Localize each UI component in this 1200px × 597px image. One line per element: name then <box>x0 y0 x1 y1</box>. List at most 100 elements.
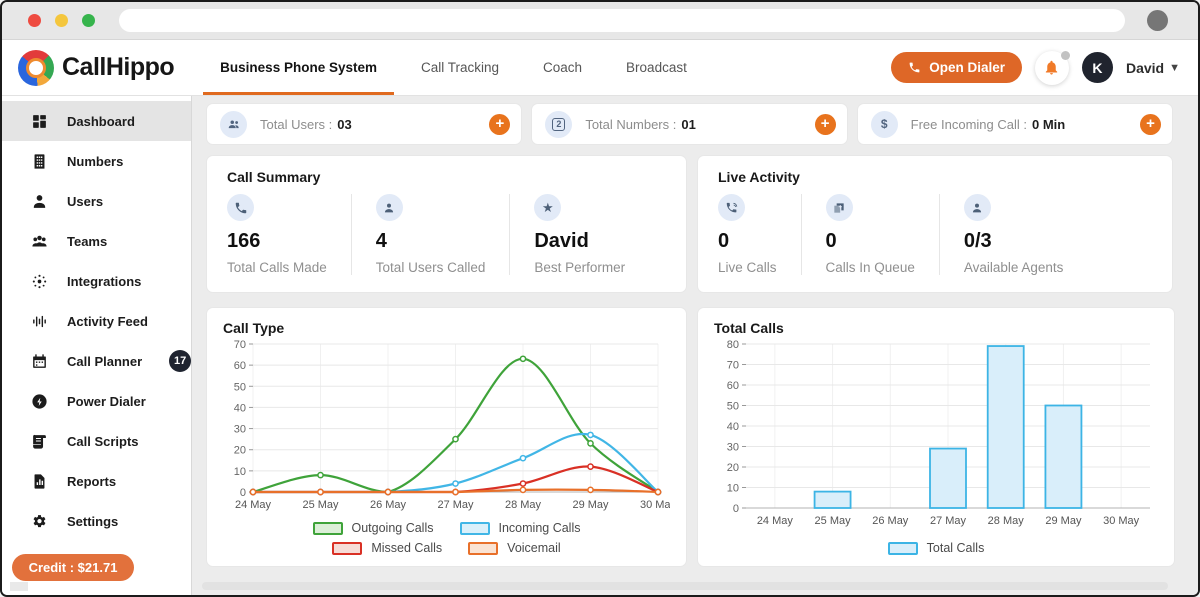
svg-text:24 May: 24 May <box>757 515 794 527</box>
charts-row: Call Type 24 May25 May26 May27 May28 May… <box>207 308 1172 566</box>
total-users-called-stat: 4 Total Users Called <box>376 194 511 275</box>
call-type-chart-card: Call Type 24 May25 May26 May27 May28 May… <box>207 308 686 566</box>
stat-value: 01 <box>681 117 695 132</box>
user-menu[interactable]: David ▼ <box>1126 60 1180 76</box>
scrollbar-corner <box>10 582 28 591</box>
sidebar-item-settings[interactable]: Settings <box>2 501 191 541</box>
phone-wave-icon <box>718 194 745 221</box>
legend-swatch <box>332 542 362 555</box>
legend-item[interactable]: Voicemail <box>468 541 561 555</box>
calendar-icon <box>31 353 48 370</box>
svg-text:28 May: 28 May <box>988 515 1025 527</box>
sidebar-item-power-dialer[interactable]: Power Dialer <box>2 381 191 421</box>
total-users-card: Total Users : 03 + <box>207 104 521 144</box>
live-activity-panel: Live Activity 0 Live Calls 0 Calls In Qu… <box>698 156 1172 292</box>
chart-legend: Outgoing Calls Incoming Calls Missed Calls… <box>247 521 647 555</box>
tab-coach[interactable]: Coach <box>543 40 582 95</box>
legend-swatch <box>468 542 498 555</box>
svg-text:25 May: 25 May <box>302 499 339 511</box>
horizontal-scrollbar[interactable] <box>202 582 1168 590</box>
svg-text:20: 20 <box>727 462 739 474</box>
call-summary-panel: Call Summary 166 Total Calls Made 4 Tota… <box>207 156 686 292</box>
total-calls-chart-card: Total Calls 24 May25 May26 May27 May28 M… <box>698 308 1174 566</box>
tab-business-phone-system[interactable]: Business Phone System <box>220 40 377 95</box>
add-number-button[interactable]: + <box>815 114 836 135</box>
svg-text:80: 80 <box>727 339 739 351</box>
legend-item[interactable]: Incoming Calls <box>460 521 581 535</box>
sidebar-item-teams[interactable]: Teams <box>2 221 191 261</box>
maximize-window-button[interactable] <box>82 14 95 27</box>
chart-legend: Total Calls <box>736 541 1136 555</box>
users-icon <box>220 111 247 138</box>
svg-text:50: 50 <box>234 381 246 393</box>
calls-in-queue-stat: 0 Calls In Queue <box>826 194 940 275</box>
free-incoming-call-card: $ Free Incoming Call : 0 Min + <box>858 104 1172 144</box>
user-icon <box>31 193 48 210</box>
sidebar-item-numbers[interactable]: Numbers <box>2 141 191 181</box>
live-calls-stat: 0 Live Calls <box>718 194 802 275</box>
avatar[interactable]: K <box>1082 52 1113 83</box>
add-user-button[interactable]: + <box>489 114 510 135</box>
browser-profile-icon[interactable] <box>1147 10 1168 31</box>
legend-item[interactable]: Total Calls <box>888 541 985 555</box>
callhippo-logo[interactable]: CallHippo <box>18 50 174 86</box>
close-window-button[interactable] <box>28 14 41 27</box>
svg-text:40: 40 <box>727 421 739 433</box>
svg-text:10: 10 <box>727 483 739 495</box>
script-icon <box>31 433 48 450</box>
sidebar-item-call-planner[interactable]: Call Planner 17 <box>2 341 191 381</box>
sidebar-item-call-scripts[interactable]: Call Scripts <box>2 421 191 461</box>
gear-icon <box>31 513 48 530</box>
legend-label: Outgoing Calls <box>352 521 434 535</box>
legend-swatch <box>888 542 918 555</box>
queue-icon <box>826 194 853 221</box>
callhippo-logo-icon <box>18 50 54 86</box>
window-controls <box>28 14 95 27</box>
tab-call-tracking[interactable]: Call Tracking <box>421 40 499 95</box>
svg-text:0: 0 <box>240 487 246 499</box>
svg-text:50: 50 <box>727 401 739 413</box>
star-icon: ★ <box>534 194 561 221</box>
svg-text:40: 40 <box>234 402 246 414</box>
legend-item[interactable]: Outgoing Calls <box>313 521 434 535</box>
sidebar-item-dashboard[interactable]: Dashboard <box>2 101 191 141</box>
report-icon <box>31 473 48 490</box>
sidebar-item-activity-feed[interactable]: Activity Feed <box>2 301 191 341</box>
svg-text:27 May: 27 May <box>930 515 967 527</box>
total-calls-chart: 24 May25 May26 May27 May28 May29 May30 M… <box>714 338 1158 555</box>
notifications-button[interactable] <box>1035 51 1069 85</box>
browser-titlebar <box>2 2 1198 40</box>
available-agents-stat: 0/3 Available Agents <box>964 194 1088 275</box>
sidebar-item-integrations[interactable]: Integrations <box>2 261 191 301</box>
summary-row: Call Summary 166 Total Calls Made 4 Tota… <box>207 156 1172 292</box>
svg-text:27 May: 27 May <box>437 499 474 511</box>
phone-icon <box>908 61 921 74</box>
minimize-window-button[interactable] <box>55 14 68 27</box>
chart-title: Total Calls <box>714 320 1158 336</box>
svg-text:28 May: 28 May <box>505 499 542 511</box>
svg-text:10: 10 <box>234 466 246 478</box>
bell-icon <box>1043 59 1060 76</box>
stats-row: Total Users : 03 + 2 Total Numbers : 01 … <box>207 104 1172 144</box>
stat-label: Total Numbers : <box>585 117 676 132</box>
app-header: CallHippo Business Phone System Call Tra… <box>2 40 1198 96</box>
svg-text:30: 30 <box>234 424 246 436</box>
add-minutes-button[interactable]: + <box>1140 114 1161 135</box>
sidebar-item-reports[interactable]: Reports <box>2 461 191 501</box>
open-dialer-button[interactable]: Open Dialer <box>891 52 1022 83</box>
credit-balance-pill[interactable]: Credit : $21.71 <box>12 554 134 581</box>
svg-text:26 May: 26 May <box>370 499 407 511</box>
svg-text:0: 0 <box>733 503 739 515</box>
dollar-icon: $ <box>871 111 898 138</box>
tab-broadcast[interactable]: Broadcast <box>626 40 687 95</box>
top-nav: Business Phone System Call Tracking Coac… <box>220 40 687 95</box>
svg-text:30 May: 30 May <box>1103 515 1140 527</box>
legend-item[interactable]: Missed Calls <box>332 541 442 555</box>
legend-label: Total Calls <box>927 541 985 555</box>
legend-swatch <box>460 522 490 535</box>
total-numbers-card: 2 Total Numbers : 01 + <box>532 104 846 144</box>
sidebar-item-users[interactable]: Users <box>2 181 191 221</box>
panel-title: Call Summary <box>227 169 666 185</box>
number-card-icon: 2 <box>545 111 572 138</box>
address-bar[interactable] <box>119 9 1125 32</box>
